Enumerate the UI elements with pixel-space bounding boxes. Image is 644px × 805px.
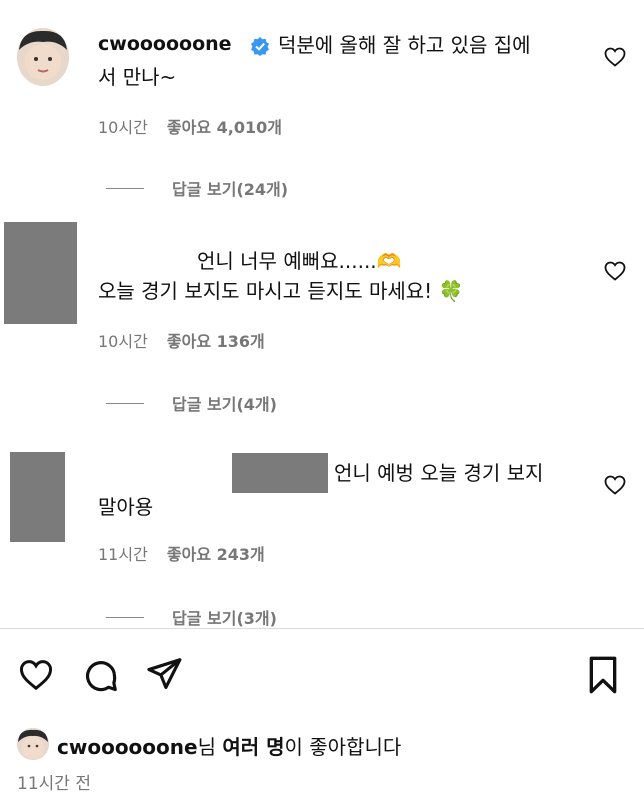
- comment-text: 언니 너무 예뻐요......🫶: [197, 249, 402, 273]
- comment-likes[interactable]: 좋아요 243개: [167, 545, 265, 564]
- liked-by-mid: 님: [197, 735, 223, 759]
- replies-line: [106, 187, 144, 189]
- replies-line: [106, 402, 144, 404]
- comment-username[interactable]: cwoooooone: [98, 33, 232, 55]
- view-replies-button[interactable]: 답글 보기(4개): [106, 391, 277, 415]
- comment-like-heart-icon[interactable]: [603, 473, 627, 497]
- liked-by-suffix: 이 좋아합니다: [284, 735, 402, 759]
- view-replies-label: 답글 보기(24개): [172, 180, 289, 199]
- comment-bubble-icon[interactable]: [82, 657, 120, 699]
- blurred-avatar: [10, 452, 65, 542]
- post-time: 11시간 전: [17, 774, 91, 794]
- verified-badge-icon: [250, 36, 270, 56]
- view-replies-button[interactable]: 답글 보기(24개): [106, 176, 288, 200]
- comment-meta: 10시간 좋아요 136개: [98, 328, 265, 352]
- comment-text-continued: 서 만나~: [98, 65, 177, 89]
- comment-text: 언니 예벙 오늘 경기 보지: [334, 461, 544, 485]
- bookmark-icon[interactable]: [586, 655, 620, 699]
- comment-time: 10시간: [98, 332, 148, 351]
- comment-likes[interactable]: 좋아요 136개: [167, 332, 265, 351]
- liked-by-others-link[interactable]: 여러 명: [222, 735, 284, 759]
- comment-time: 10시간: [98, 118, 148, 137]
- like-heart-icon[interactable]: [17, 657, 55, 697]
- liked-by-text: cwoooooone님 여러 명이 좋아합니다: [57, 731, 401, 760]
- commenter-avatar[interactable]: [17, 28, 69, 86]
- view-replies-button[interactable]: 답글 보기(3개): [106, 605, 277, 629]
- comment-time: 11시간: [98, 545, 148, 564]
- replies-line: [106, 616, 144, 618]
- blurred-avatar: [4, 222, 77, 324]
- comment-likes[interactable]: 좋아요 4,010개: [167, 118, 282, 137]
- blurred-username: [232, 453, 328, 493]
- comment-text-continued: 오늘 경기 보지도 마시고 듣지도 마세요! 🍀: [98, 279, 464, 303]
- liker-avatar[interactable]: [17, 728, 49, 760]
- comment-text-continued: 말아용: [98, 495, 154, 519]
- view-replies-label: 답글 보기(3개): [172, 609, 277, 628]
- comment-text: 덕분에 올해 잘 하고 있음 집에: [278, 33, 531, 57]
- comment-like-heart-icon[interactable]: [603, 45, 627, 69]
- comment-meta: 11시간 좋아요 243개: [98, 541, 265, 565]
- liked-by-username[interactable]: cwoooooone: [57, 735, 198, 759]
- comment-like-heart-icon[interactable]: [603, 259, 627, 283]
- comment-meta: 10시간 좋아요 4,010개: [98, 114, 282, 138]
- section-divider: [0, 628, 644, 629]
- view-replies-label: 답글 보기(4개): [172, 395, 277, 414]
- paper-plane-icon[interactable]: [145, 655, 183, 697]
